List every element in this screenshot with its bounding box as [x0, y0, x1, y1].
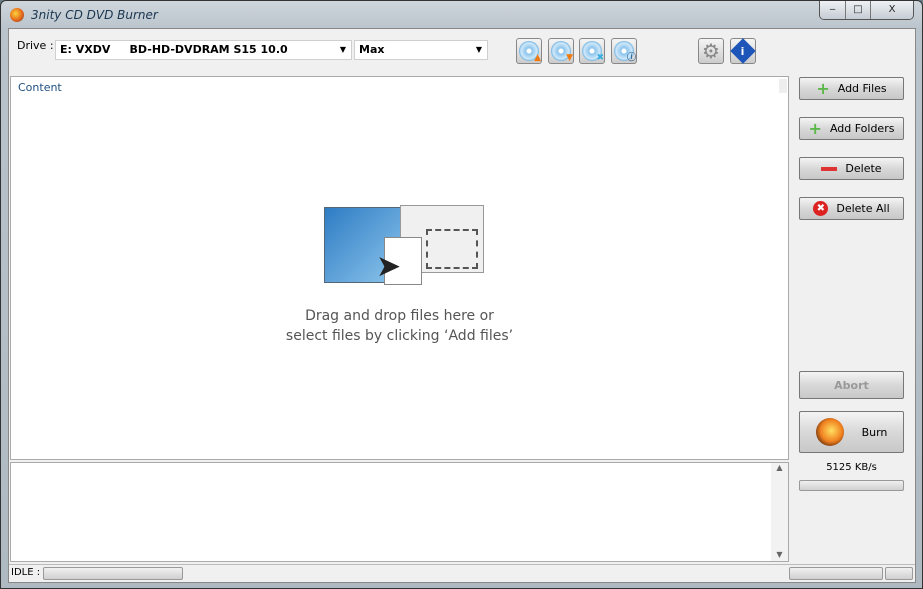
content-dropzone[interactable]: Content ➤ Drag and drop files here or se… [10, 76, 789, 460]
delete-all-icon: ✖ [813, 201, 829, 216]
minus-icon [821, 166, 838, 171]
scrollbar[interactable] [779, 79, 787, 93]
log-scrollbar[interactable]: ▲ ▼ [771, 463, 788, 561]
copy-disc-button[interactable]: ▼ [548, 38, 574, 64]
add-folders-button[interactable]: + Add Folders [799, 117, 904, 140]
erase-disc-button[interactable]: ✖ [579, 38, 605, 64]
speed-select[interactable]: Max ▼ [354, 40, 488, 60]
status-panel-small [885, 567, 913, 580]
minimize-button[interactable]: ‒ [820, 1, 846, 19]
chevron-down-icon: ▼ [339, 45, 346, 54]
scroll-down-icon[interactable]: ▼ [771, 550, 788, 559]
disc-info-button[interactable]: ⓘ [611, 38, 637, 64]
content-header: Content [18, 81, 62, 94]
chevron-down-icon: ▼ [475, 45, 482, 54]
status-bar: IDLE : [9, 564, 915, 582]
client-area: Drive : E: VXDV BD-HD-DVDRAM S15 10.0 ▼ M… [8, 28, 916, 583]
plus-icon: + [808, 119, 822, 138]
idle-progress-bar [43, 567, 183, 580]
burn-image-icon: ▲ [519, 41, 541, 63]
delete-label: Delete [845, 162, 882, 175]
burn-button[interactable]: Burn [799, 411, 904, 453]
erase-disc-icon: ✖ [582, 41, 604, 63]
copy-disc-icon: ▼ [551, 41, 573, 63]
burn-image-button[interactable]: ▲ [516, 38, 542, 64]
burn-label: Burn [861, 425, 888, 439]
abort-button[interactable]: Abort [799, 371, 904, 399]
flame-disc-icon [815, 418, 844, 446]
abort-label: Abort [834, 378, 869, 392]
disc-info-icon: ⓘ [614, 41, 636, 63]
status-state: IDLE : [11, 567, 41, 578]
plus-icon: + [816, 79, 830, 98]
add-files-button[interactable]: + Add Files [799, 77, 904, 100]
burn-progress-bar [799, 480, 904, 491]
window-title: 3nity CD DVD Burner [31, 8, 158, 22]
about-icon: i [730, 38, 756, 64]
hint-line-2: select files by clicking ‘Add files’ [285, 328, 514, 344]
maximize-button[interactable]: □ [846, 1, 871, 19]
settings-button[interactable]: ⚙ [698, 38, 724, 64]
about-button[interactable]: i [730, 38, 756, 64]
drive-select[interactable]: E: VXDV BD-HD-DVDRAM S15 10.0 ▼ [55, 40, 352, 60]
app-window: 3nity CD DVD Burner ‒ □ X Drive : E: VXD… [0, 0, 923, 589]
window-controls: ‒ □ X [819, 1, 914, 20]
close-button[interactable]: X [871, 1, 913, 19]
add-folders-label: Add Folders [829, 122, 895, 135]
hint-line-1: Drag and drop files here or [305, 308, 494, 324]
speed-value: Max [359, 43, 385, 56]
settings-icon: ⚙ [702, 39, 720, 63]
delete-button[interactable]: Delete [799, 157, 904, 180]
drive-label: Drive : [17, 39, 54, 52]
drive-value: E: VXDV BD-HD-DVDRAM S15 10.0 [60, 43, 288, 56]
speed-readout: 5125 KB/s [826, 462, 877, 473]
delete-all-label: Delete All [836, 202, 890, 215]
drag-drop-illustration-icon: ➤ [324, 205, 484, 287]
app-flame-icon [10, 8, 24, 22]
add-files-label: Add Files [837, 82, 887, 95]
status-panel [789, 567, 883, 580]
log-panel: ▲ ▼ [10, 462, 789, 562]
delete-all-button[interactable]: ✖ Delete All [799, 197, 904, 220]
scroll-up-icon[interactable]: ▲ [771, 463, 788, 472]
